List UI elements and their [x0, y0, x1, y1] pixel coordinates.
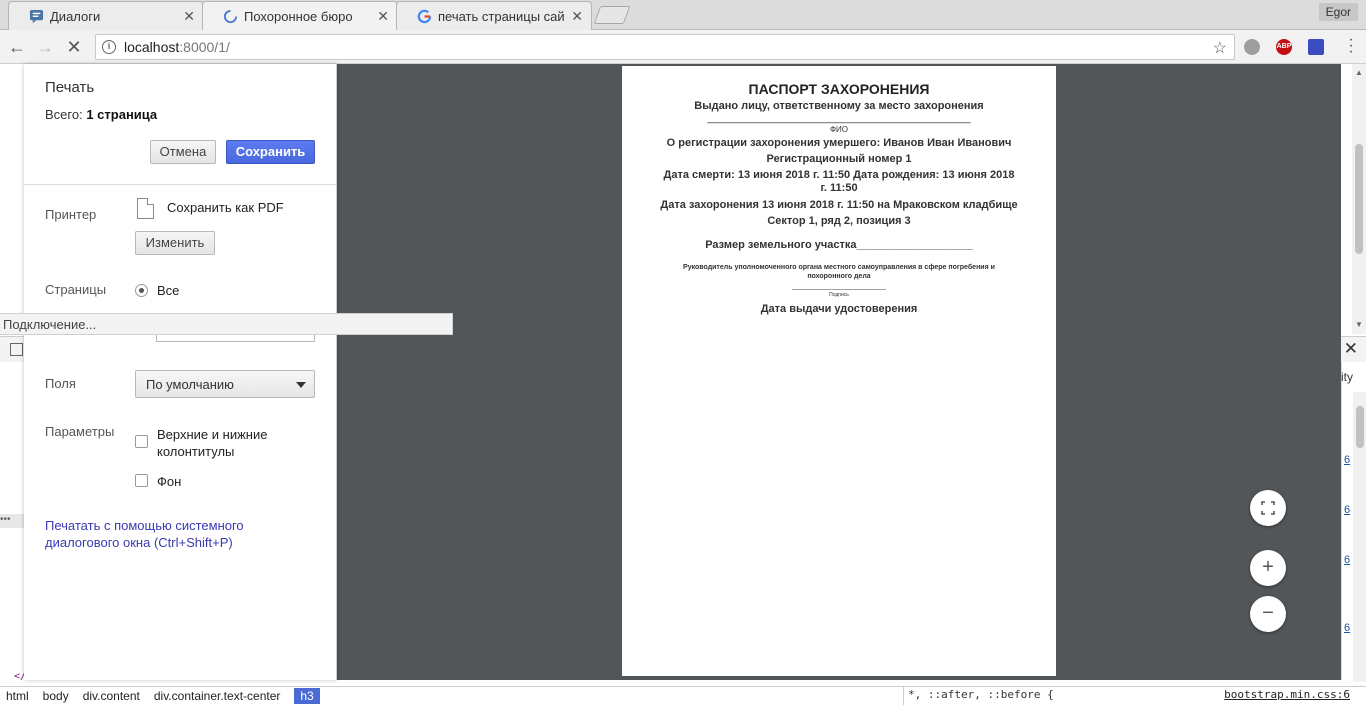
- margins-select[interactable]: По умолчанию: [135, 370, 315, 398]
- tab-dialogs[interactable]: Диалоги ✕: [8, 1, 204, 30]
- page-count: Всего: 1 страница: [45, 107, 157, 122]
- source-link[interactable]: 6: [1344, 554, 1350, 566]
- loading-icon: [223, 9, 238, 24]
- tab-title: печать страницы сайт: [438, 8, 566, 24]
- zoom-in-button[interactable]: +: [1250, 550, 1286, 586]
- crumb-html[interactable]: html: [6, 688, 29, 704]
- devtools-styles-edge: ity 6 6 6 6: [1341, 362, 1366, 682]
- address-bar[interactable]: i localhost:8000/1/ ☆: [95, 34, 1235, 60]
- headers-footers-checkbox[interactable]: [135, 435, 148, 448]
- printer-label: Принтер: [45, 207, 97, 222]
- extension-icon[interactable]: [1308, 39, 1324, 55]
- margins-value: По умолчанию: [146, 377, 234, 392]
- tab-funeral-bureau[interactable]: Похоронное бюро ✕: [202, 1, 398, 31]
- doc-fio-label: ФИО: [829, 125, 849, 134]
- doc-registration: О регистрации захоронения умершего: Иван…: [666, 137, 1012, 149]
- style-selector: *, ::after, ::before {: [908, 688, 1054, 701]
- crumb-container[interactable]: div.container.text-center: [154, 688, 281, 704]
- background-label: Фон: [157, 474, 182, 489]
- source-link[interactable]: 6: [1344, 454, 1350, 466]
- url-path: :8000/1/: [179, 39, 230, 55]
- fit-icon: [1261, 501, 1275, 515]
- inspect-icon[interactable]: [10, 343, 23, 356]
- doc-signature-label: Подпись: [829, 292, 849, 298]
- page-count-value: 1 страница: [86, 107, 158, 122]
- printer-destination: Сохранить как PDF: [167, 200, 284, 215]
- style-rule: *, ::after, ::before { bootstrap.min.css…: [903, 686, 1366, 705]
- doc-dates: Дата смерти: 13 июня 2018 г. 11:50 Дата …: [663, 169, 1015, 194]
- preview-page: ПАСПОРТ ЗАХОРОНЕНИЯ Выдано лицу, ответст…: [622, 66, 1056, 676]
- devtools-breadcrumb: html body div.content div.container.text…: [0, 686, 903, 705]
- crumb-body[interactable]: body: [43, 688, 69, 704]
- close-icon[interactable]: ✕: [183, 8, 195, 25]
- chat-icon: [29, 9, 44, 23]
- styles-scrollbar[interactable]: [1353, 392, 1366, 682]
- scroll-down-icon[interactable]: ▼: [1355, 320, 1363, 329]
- tab-google-search[interactable]: печать страницы сайт ✕: [396, 1, 592, 30]
- document-icon: [137, 198, 154, 219]
- doc-underline: ________________________________________…: [707, 112, 971, 124]
- doc-title: ПАСПОРТ ЗАХОРОНЕНИЯ: [748, 81, 930, 97]
- close-devtools-icon[interactable]: ✕: [1344, 339, 1358, 359]
- background-checkbox[interactable]: [135, 474, 148, 487]
- bookmark-star-icon[interactable]: ☆: [1213, 38, 1227, 58]
- doc-sector: Сектор 1, ряд 2, позиция 3: [767, 215, 911, 227]
- source-link[interactable]: 6: [1344, 622, 1350, 634]
- crumb-h3[interactable]: h3: [294, 688, 320, 704]
- page-count-label: Всего:: [45, 107, 83, 122]
- plus-icon: +: [1262, 556, 1274, 578]
- browser-toolbar: ← → ✕ i localhost:8000/1/ ☆ ABP · · ·: [0, 30, 1366, 64]
- doc-issued-to: Выдано лицу, ответственному за место зах…: [694, 100, 984, 112]
- doc-sign-line: ________________________: [792, 283, 886, 290]
- print-title: Печать: [45, 79, 95, 96]
- print-header: Печать Всего: 1 страница Отмена Сохранит…: [24, 64, 336, 185]
- save-button[interactable]: Сохранить: [226, 140, 315, 164]
- print-settings-panel: Печать Всего: 1 страница Отмена Сохранит…: [24, 64, 337, 680]
- new-tab-button[interactable]: [593, 6, 631, 24]
- crumb-content[interactable]: div.content: [83, 688, 140, 704]
- close-icon[interactable]: ✕: [571, 8, 583, 25]
- pages-all-radio[interactable]: [135, 284, 148, 297]
- options-label: Параметры: [45, 424, 115, 439]
- adblock-icon[interactable]: ABP: [1276, 39, 1292, 55]
- zoom-out-button[interactable]: −: [1250, 596, 1286, 632]
- partial-text: ity: [1341, 370, 1353, 384]
- doc-reg-number: Регистрационный номер 1: [766, 153, 912, 165]
- pages-all-label: Все: [157, 283, 180, 298]
- scroll-thumb[interactable]: [1355, 144, 1363, 254]
- tab-strip: Диалоги ✕ Похоронное бюро ✕ печать стран…: [0, 0, 1366, 31]
- pages-label: Страницы: [45, 282, 107, 297]
- system-dialog-link[interactable]: Печатать с помощью системного диалоговог…: [45, 517, 275, 551]
- print-preview-area: ПАСПОРТ ЗАХОРОНЕНИЯ Выдано лицу, ответст…: [337, 64, 1341, 680]
- margins-label: Поля: [45, 376, 76, 391]
- doc-burial: Дата захоронения 13 июня 2018 г. 11:50 н…: [660, 199, 1018, 211]
- url-host: localhost: [124, 39, 180, 55]
- profile-badge[interactable]: Egor: [1318, 3, 1358, 21]
- info-icon[interactable]: i: [102, 40, 116, 54]
- tab-title: Похоронное бюро: [244, 9, 353, 24]
- more-icon[interactable]: •••: [0, 514, 24, 528]
- source-link[interactable]: 6: [1344, 504, 1350, 516]
- chevron-down-icon: [296, 382, 306, 388]
- close-icon[interactable]: ✕: [377, 8, 389, 25]
- back-arrow-icon[interactable]: ←: [6, 36, 28, 58]
- tab-title: Диалоги: [50, 8, 101, 24]
- globe-icon[interactable]: [1244, 39, 1260, 55]
- style-source-link[interactable]: bootstrap.min.css:6: [1224, 688, 1350, 701]
- doc-head: Руководитель уполномоченного органа мест…: [683, 264, 995, 280]
- status-bubble: Подключение...: [0, 313, 453, 335]
- minus-icon: −: [1262, 602, 1274, 624]
- forward-arrow-icon[interactable]: →: [34, 36, 56, 58]
- stop-loading-icon[interactable]: ✕: [63, 36, 85, 58]
- cancel-button[interactable]: Отмена: [150, 140, 216, 164]
- change-printer-button[interactable]: Изменить: [135, 231, 215, 255]
- fit-to-page-button[interactable]: [1250, 490, 1286, 526]
- menu-icon[interactable]: · · ·: [1348, 32, 1354, 60]
- doc-issue-date: Дата выдачи удостоверения: [760, 303, 918, 315]
- page-scrollbar[interactable]: ▲ ▼: [1352, 64, 1366, 334]
- doc-land-size: Размер земельного участка_______________…: [705, 239, 973, 251]
- headers-footers-label: Верхние и нижние колонтитулы: [157, 427, 268, 459]
- scroll-up-icon[interactable]: ▲: [1355, 68, 1363, 77]
- google-icon: [417, 9, 432, 23]
